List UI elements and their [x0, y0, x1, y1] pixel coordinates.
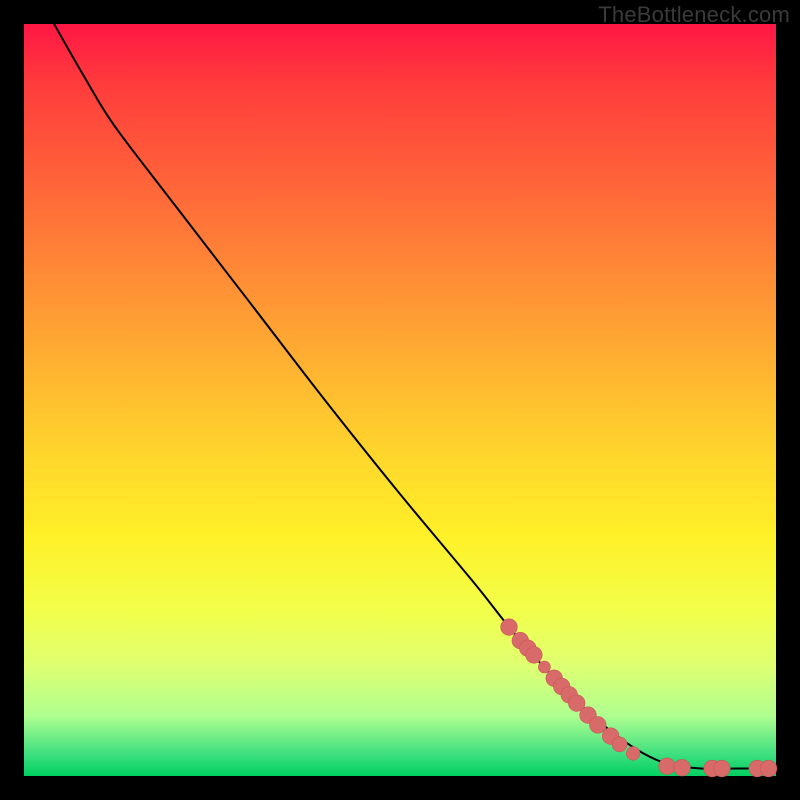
- data-marker: [674, 759, 691, 776]
- data-marker: [626, 747, 640, 761]
- data-marker: [760, 760, 777, 777]
- chart-overlay: [24, 24, 776, 776]
- data-marker: [659, 758, 676, 775]
- bottleneck-curve: [54, 24, 768, 769]
- data-marker: [590, 717, 607, 734]
- data-marker: [538, 661, 550, 673]
- data-marker: [612, 737, 627, 752]
- data-marker: [526, 647, 543, 664]
- data-marker: [501, 619, 518, 636]
- data-marker: [714, 760, 731, 777]
- data-markers-group: [501, 619, 777, 777]
